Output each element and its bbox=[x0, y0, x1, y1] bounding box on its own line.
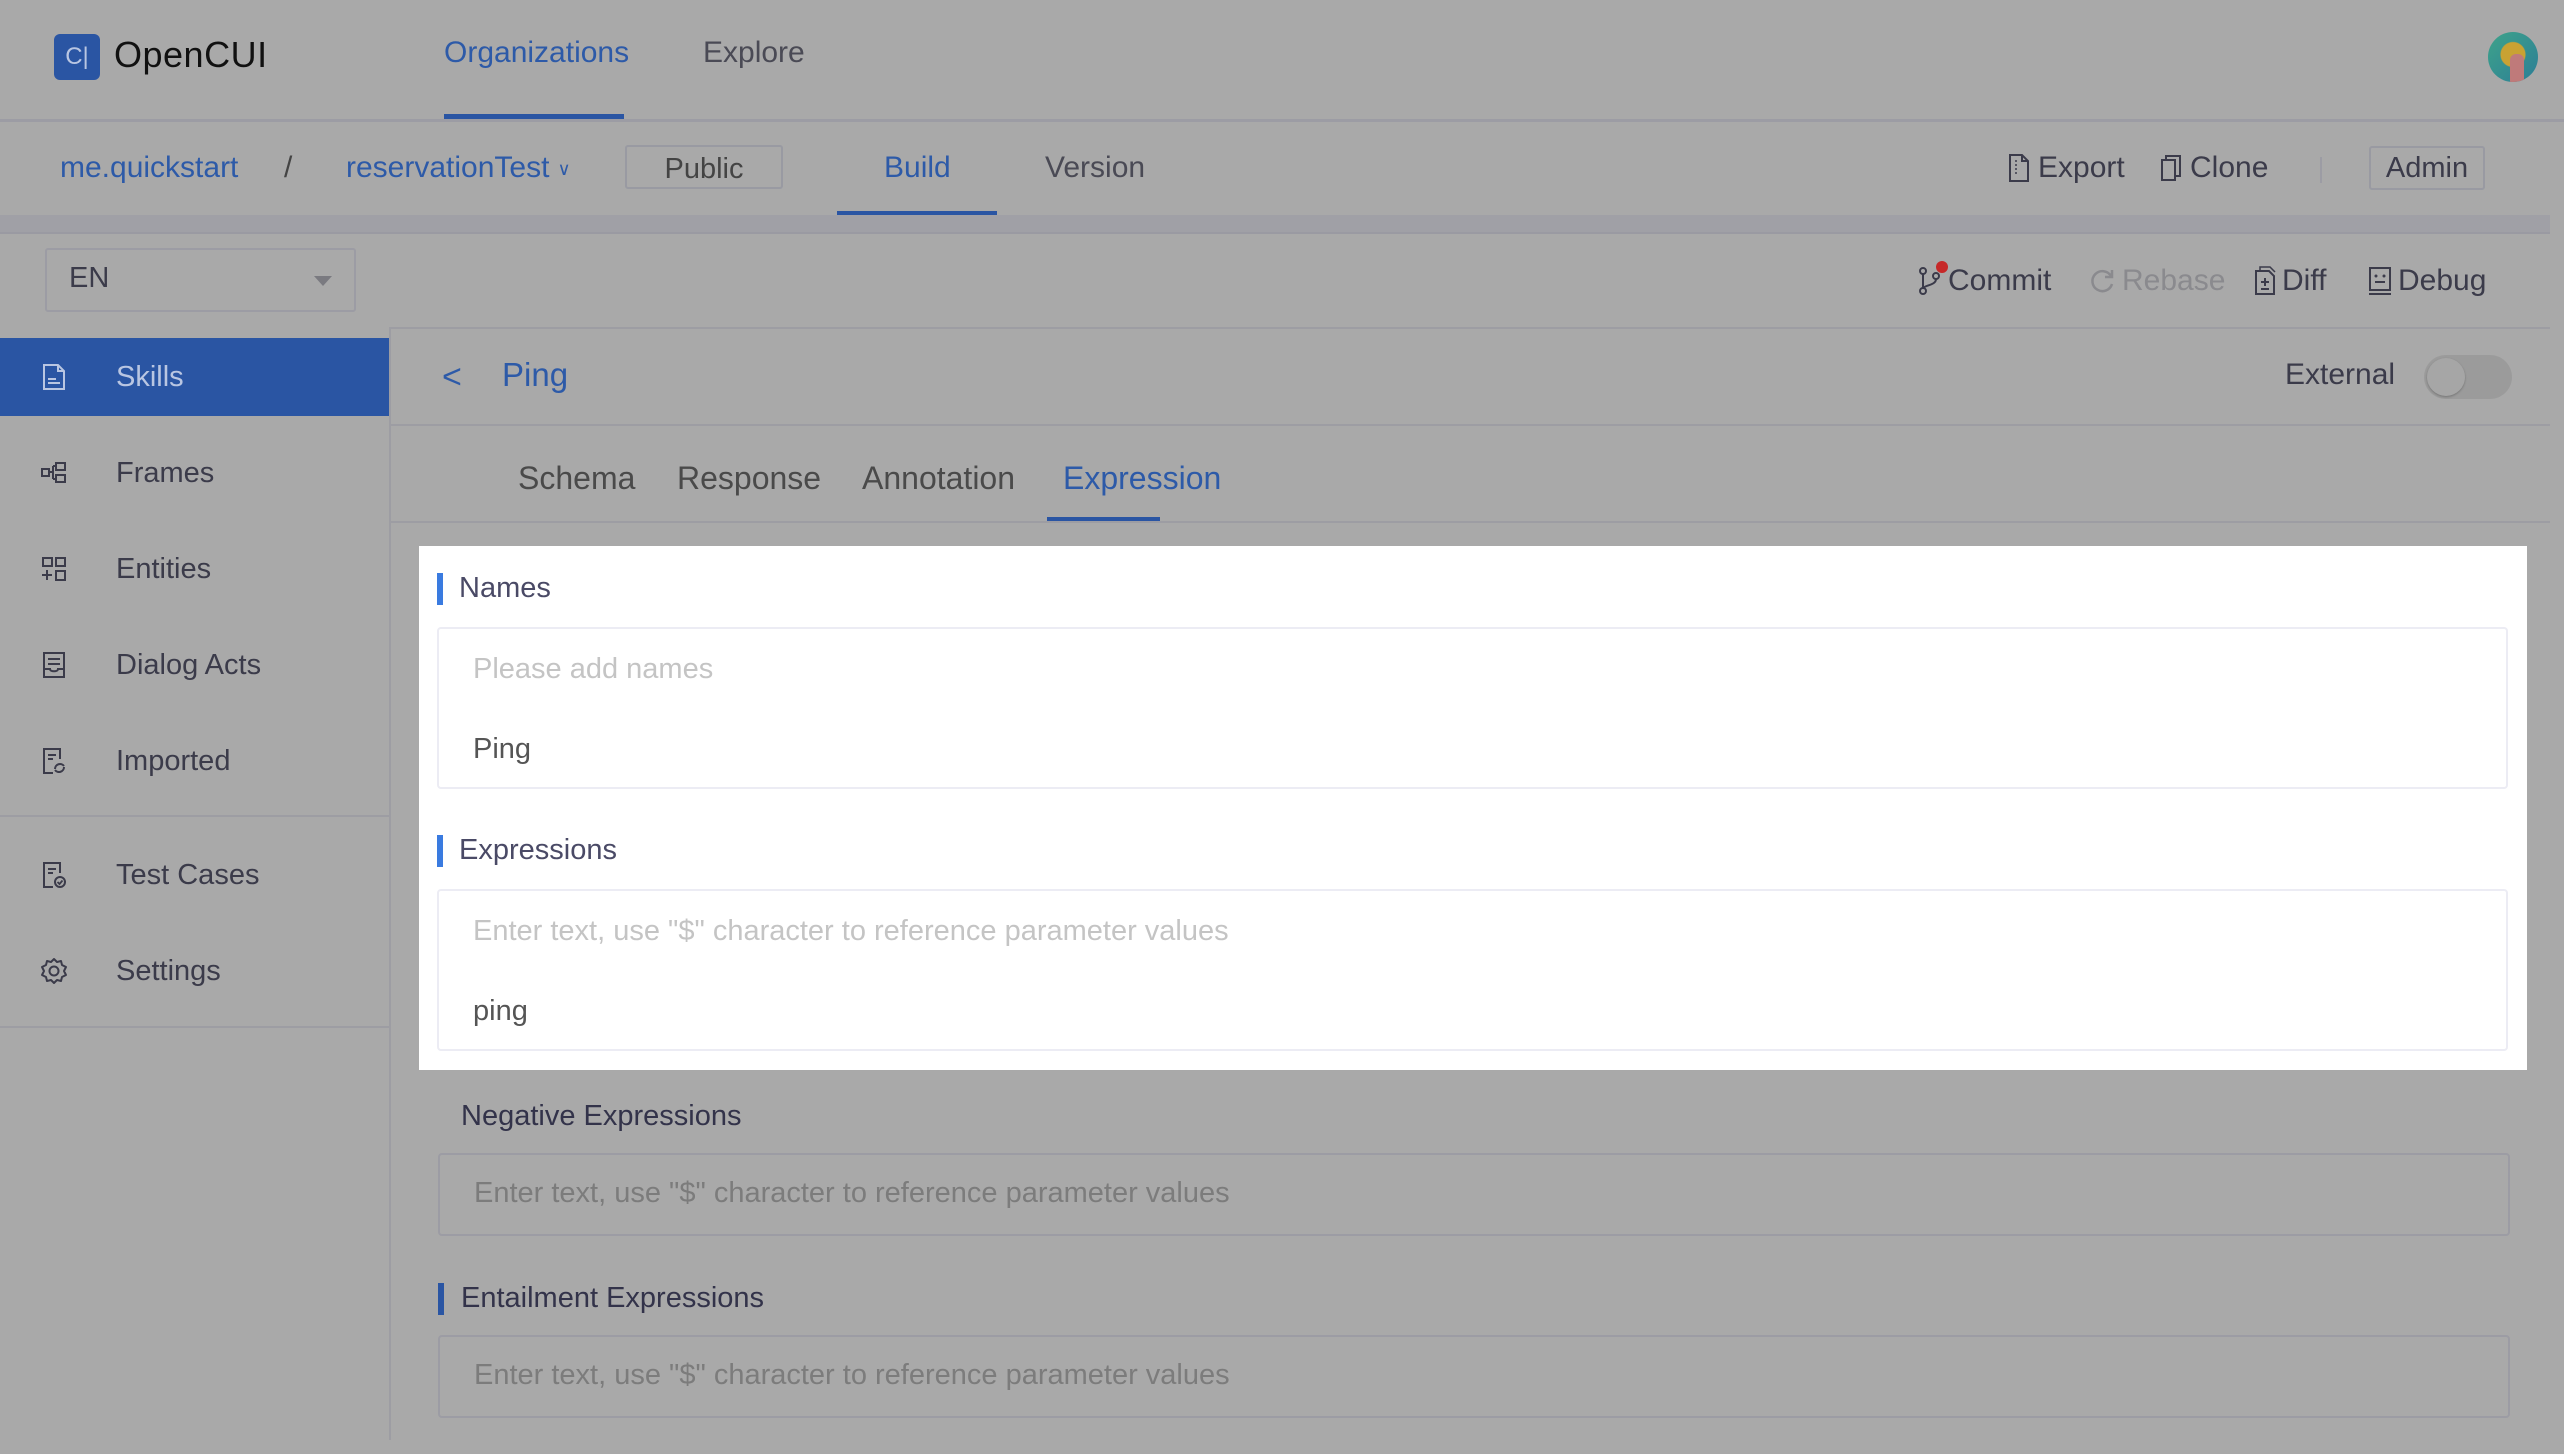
negative-expressions-label: Negative Expressions bbox=[461, 1100, 742, 1132]
sidebar-item-dialog-acts[interactable]: Dialog Acts bbox=[0, 626, 389, 704]
skill-header-divider bbox=[389, 424, 2550, 426]
export-label: Export bbox=[2038, 151, 2125, 184]
names-value[interactable]: Ping bbox=[473, 733, 531, 766]
section-bar bbox=[437, 835, 443, 867]
commit-notification-dot bbox=[1936, 261, 1948, 273]
sidebar-item-label: Dialog Acts bbox=[116, 648, 262, 681]
expressions-value[interactable]: ping bbox=[473, 995, 528, 1028]
imported-icon bbox=[40, 747, 68, 775]
entities-icon bbox=[40, 555, 68, 583]
expressions-placeholder: Enter text, use "$" character to referen… bbox=[473, 915, 1229, 947]
entailment-expressions-label: Entailment Expressions bbox=[461, 1282, 765, 1314]
names-field[interactable]: Please add names Ping bbox=[437, 627, 2508, 789]
clone-button[interactable]: Clone bbox=[2160, 148, 2268, 188]
tab-version[interactable]: Version bbox=[1045, 148, 1145, 188]
tab-expression[interactable]: Expression bbox=[1063, 458, 1221, 498]
header-strip bbox=[0, 215, 2550, 234]
external-label: External bbox=[2285, 358, 2396, 391]
chevron-down-icon: ∨ bbox=[557, 159, 571, 180]
names-label: Names bbox=[459, 572, 551, 604]
expressions-field[interactable]: Enter text, use "$" character to referen… bbox=[437, 889, 2508, 1051]
header-divider bbox=[2320, 157, 2322, 183]
expressions-label: Expressions bbox=[459, 834, 617, 866]
commit-label: Commit bbox=[1948, 264, 2052, 297]
clone-icon bbox=[2161, 155, 2181, 181]
clone-label: Clone bbox=[2190, 151, 2269, 184]
debug-label: Debug bbox=[2398, 264, 2487, 297]
sidebar-item-test-cases[interactable]: Test Cases bbox=[0, 836, 389, 914]
refresh-icon bbox=[2091, 269, 2114, 293]
toolbar-divider bbox=[389, 327, 2550, 329]
entailment-expressions-input[interactable]: Enter text, use "$" character to referen… bbox=[438, 1335, 2510, 1418]
sidebar-item-frames[interactable]: Frames bbox=[0, 434, 389, 512]
breadcrumb-org[interactable]: me.quickstart bbox=[60, 148, 238, 188]
back-chevron-icon[interactable]: < bbox=[442, 358, 462, 397]
tab-response[interactable]: Response bbox=[677, 458, 821, 498]
tab-annotation[interactable]: Annotation bbox=[862, 458, 1015, 498]
sidebar-item-label: Settings bbox=[116, 954, 221, 987]
rebase-button[interactable]: Rebase bbox=[2088, 261, 2225, 301]
frames-icon bbox=[40, 459, 68, 487]
section-bar bbox=[438, 1283, 444, 1315]
debug-icon bbox=[2369, 267, 2391, 295]
opencui-logo-icon: C| bbox=[54, 34, 100, 80]
tab-build[interactable]: Build bbox=[884, 148, 951, 188]
gear-icon bbox=[40, 957, 68, 985]
dialog-acts-icon bbox=[40, 651, 68, 679]
diff-button[interactable]: Diff bbox=[2254, 261, 2326, 301]
nav-active-indicator bbox=[444, 114, 624, 119]
negative-expressions-placeholder: Enter text, use "$" character to referen… bbox=[474, 1177, 1230, 1209]
section-bar bbox=[437, 573, 443, 605]
sidebar-item-imported[interactable]: Imported bbox=[0, 722, 389, 800]
nav-explore[interactable]: Explore bbox=[703, 30, 805, 76]
visibility-badge: Public bbox=[625, 145, 783, 189]
top-header bbox=[0, 0, 2564, 122]
test-cases-icon bbox=[40, 861, 68, 889]
sidebar-item-label: Frames bbox=[116, 456, 215, 489]
toggle-knob bbox=[2427, 358, 2465, 396]
sidebar-divider bbox=[0, 1026, 389, 1028]
app-name: OpenCUI bbox=[114, 34, 268, 75]
diff-label: Diff bbox=[2282, 264, 2327, 297]
debug-button[interactable]: Debug bbox=[2368, 261, 2486, 301]
tab-schema[interactable]: Schema bbox=[518, 458, 635, 498]
language-select[interactable]: EN bbox=[45, 248, 356, 312]
entailment-expressions-placeholder: Enter text, use "$" character to referen… bbox=[474, 1359, 1230, 1391]
sidebar-item-label: Skills bbox=[116, 360, 184, 393]
diff-file-icon bbox=[2255, 266, 2276, 295]
language-value: EN bbox=[69, 262, 110, 294]
negative-expressions-input[interactable]: Enter text, use "$" character to referen… bbox=[438, 1153, 2510, 1236]
sidebar-divider bbox=[0, 815, 389, 817]
tabs-divider bbox=[389, 521, 2550, 523]
sidebar-item-skills[interactable]: Skills bbox=[0, 338, 389, 416]
skill-title: Ping bbox=[502, 356, 569, 393]
document-icon bbox=[40, 363, 68, 391]
sidebar: Skills Frames Entities Dialog Acts Impor… bbox=[0, 328, 391, 1440]
breadcrumb-separator: / bbox=[284, 151, 293, 184]
external-toggle[interactable] bbox=[2424, 355, 2512, 399]
export-button[interactable]: Export bbox=[2008, 148, 2125, 188]
user-avatar[interactable] bbox=[2488, 32, 2538, 82]
rebase-label: Rebase bbox=[2122, 264, 2226, 297]
export-file-icon bbox=[2009, 154, 2029, 182]
admin-button[interactable]: Admin bbox=[2369, 146, 2485, 190]
breadcrumb-project[interactable]: reservationTest ∨ bbox=[346, 148, 571, 189]
names-placeholder: Please add names bbox=[473, 653, 714, 685]
nav-organizations[interactable]: Organizations bbox=[444, 30, 629, 76]
sidebar-item-settings[interactable]: Settings bbox=[0, 932, 389, 1010]
caret-down-icon bbox=[314, 276, 332, 286]
sidebar-item-entities[interactable]: Entities bbox=[0, 530, 389, 608]
project-name: reservationTest bbox=[346, 151, 550, 184]
sidebar-item-label: Test Cases bbox=[116, 858, 260, 891]
sidebar-item-label: Imported bbox=[116, 744, 231, 777]
sidebar-item-label: Entities bbox=[116, 552, 212, 585]
